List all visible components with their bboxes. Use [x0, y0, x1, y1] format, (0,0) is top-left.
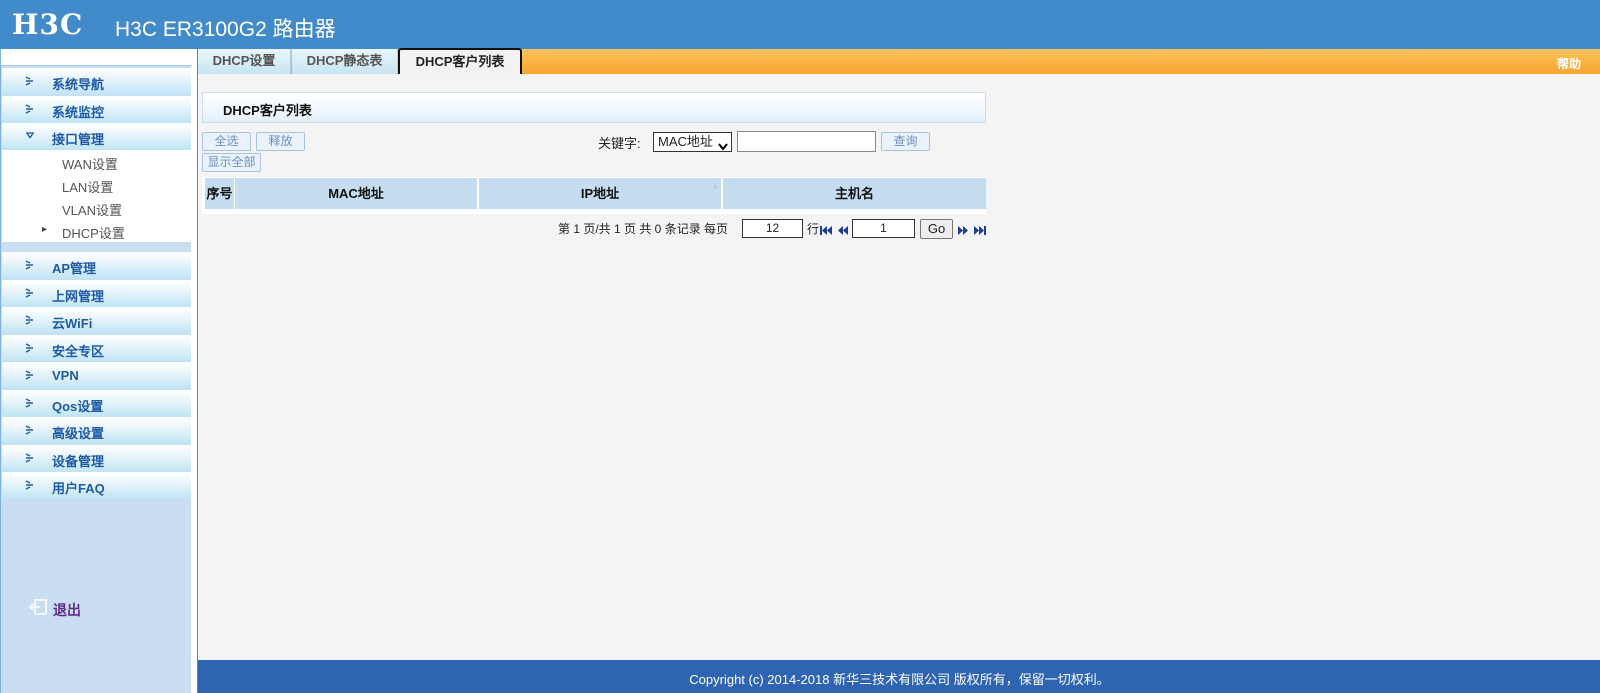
- copyright-text: Copyright (c) 2014-2018 新华三技术有限公司 版权所有，保…: [689, 672, 1110, 687]
- column-header-ip[interactable]: IP地址 ↓: [479, 178, 721, 209]
- dhcp-client-table: 序号 MAC地址 IP地址 ↓ 主机名: [202, 177, 986, 214]
- sidebar-item-label: AP管理: [52, 261, 97, 276]
- main-content: DHCP设置 DHCP静态表 DHCP客户列表 帮助 DHCP客户列表 全选 释…: [197, 48, 1600, 693]
- select-all-button[interactable]: 全选: [202, 132, 251, 151]
- release-button[interactable]: 释放: [256, 132, 305, 151]
- sidebar-subitem-label: VLAN设置: [62, 203, 122, 218]
- expand-arrow-icon: [24, 424, 36, 436]
- sidebar-item-label: VPN: [52, 368, 79, 383]
- panel-title-bar: DHCP客户列表: [202, 92, 986, 123]
- sidebar-subitem-label: LAN设置: [62, 180, 114, 195]
- keyword-select-value: MAC地址: [658, 134, 713, 149]
- goto-page-input[interactable]: 1: [852, 219, 915, 238]
- sidebar-item-label: 接口管理: [52, 132, 105, 147]
- tab-dhcp-settings[interactable]: DHCP设置: [198, 49, 291, 74]
- expand-arrow-icon: [24, 369, 36, 381]
- expand-arrow-icon: [24, 287, 36, 299]
- sidebar-item-system-monitor[interactable]: 系统监控: [2, 96, 191, 123]
- show-all-button[interactable]: 显示全部: [202, 153, 261, 172]
- sidebar-item-label: 安全专区: [52, 344, 105, 359]
- sidebar-subitem-vlan[interactable]: VLAN设置: [2, 196, 191, 219]
- sidebar-top-strip: [1, 49, 192, 66]
- sidebar-item-cloud-wifi[interactable]: 云WiFi: [2, 307, 191, 334]
- collapse-arrow-icon: [24, 130, 36, 142]
- sidebar-item-ap-management[interactable]: AP管理: [2, 252, 191, 279]
- sidebar-item-label: 高级设置: [52, 426, 105, 441]
- top-header: H3C H3C ER3100G2 路由器: [0, 0, 1600, 49]
- expand-arrow-icon: [24, 452, 36, 464]
- keyword-input[interactable]: [737, 131, 876, 152]
- rows-per-page-input[interactable]: 12: [742, 219, 803, 238]
- sidebar-item-label: 用户FAQ: [52, 481, 105, 496]
- h3c-logo: H3C: [12, 8, 84, 41]
- sidebar-item-label: 上网管理: [52, 289, 105, 304]
- sidebar: 系统导航 系统监控 接口管理 WAN设置 LAN设置 VLAN设置 ▸ DHCP…: [0, 49, 192, 693]
- column-header-ip-label: IP地址: [580, 186, 620, 201]
- expand-arrow-icon: [24, 259, 36, 271]
- sidebar-item-label: 系统导航: [52, 77, 105, 92]
- chevron-down-icon: [718, 138, 728, 156]
- sidebar-subitem-label: WAN设置: [62, 157, 118, 172]
- query-button[interactable]: 查询: [881, 132, 930, 151]
- sidebar-subitem-wan[interactable]: WAN设置: [2, 150, 191, 173]
- sidebar-item-device-management[interactable]: 设备管理: [2, 445, 191, 472]
- sidebar-item-label: 设备管理: [52, 454, 105, 469]
- column-header-mac[interactable]: MAC地址: [235, 178, 477, 209]
- expand-arrow-icon: [24, 479, 36, 491]
- previous-page-icon[interactable]: [838, 223, 848, 238]
- expand-arrow-icon: [24, 397, 36, 409]
- sidebar-item-internet-management[interactable]: 上网管理: [2, 280, 191, 307]
- tab-dhcp-static-table[interactable]: DHCP静态表: [292, 49, 398, 74]
- sidebar-item-advanced[interactable]: 高级设置: [2, 417, 191, 444]
- go-button[interactable]: Go: [920, 219, 953, 239]
- keyword-label: 关键字:: [598, 136, 641, 151]
- panel-title: DHCP客户列表: [223, 103, 312, 118]
- expand-arrow-icon: [24, 75, 36, 87]
- expand-arrow-icon: [24, 314, 36, 326]
- keyword-select[interactable]: MAC地址: [653, 132, 732, 152]
- selected-arrow-icon: ▸: [42, 224, 48, 235]
- sidebar-item-label: 云WiFi: [52, 316, 93, 331]
- first-page-icon[interactable]: [820, 223, 832, 238]
- sidebar-item-faq[interactable]: 用户FAQ: [2, 472, 191, 499]
- footer: Copyright (c) 2014-2018 新华三技术有限公司 版权所有，保…: [198, 660, 1600, 693]
- device-title: H3C ER3100G2 路由器: [115, 18, 336, 41]
- pager-summary: 第 1 页/共 1 页 共 0 条记录 每页: [558, 222, 729, 236]
- column-header-hostname[interactable]: 主机名: [723, 178, 986, 209]
- sidebar-item-label: 系统监控: [52, 105, 105, 120]
- column-header-index[interactable]: 序号: [205, 178, 234, 209]
- logout-label: 退出: [53, 602, 81, 618]
- sidebar-subitem-dhcp[interactable]: ▸ DHCP设置: [2, 219, 191, 242]
- sidebar-item-security[interactable]: 安全专区: [2, 335, 191, 362]
- sidebar-item-interface-management[interactable]: 接口管理: [2, 123, 191, 150]
- next-page-icon[interactable]: [958, 223, 968, 238]
- last-page-icon[interactable]: [974, 223, 986, 238]
- tab-dhcp-client-list[interactable]: DHCP客户列表: [398, 48, 522, 74]
- expand-arrow-icon: [24, 342, 36, 354]
- tab-bar: DHCP设置 DHCP静态表 DHCP客户列表 帮助: [198, 48, 1600, 74]
- sidebar-item-label: Qos设置: [52, 399, 104, 414]
- help-link[interactable]: 帮助: [1557, 55, 1581, 72]
- sidebar-item-vpn[interactable]: VPN: [2, 362, 191, 389]
- sidebar-item-system-navigation[interactable]: 系统导航: [2, 68, 191, 95]
- sidebar-item-qos[interactable]: Qos设置: [2, 390, 191, 417]
- sidebar-subitem-lan[interactable]: LAN设置: [2, 173, 191, 196]
- sort-icon: ↓: [713, 181, 717, 190]
- logout-icon: [28, 598, 49, 619]
- rows-unit-label: 行: [807, 222, 820, 236]
- sidebar-subitem-label: DHCP设置: [62, 226, 125, 241]
- expand-arrow-icon: [24, 103, 36, 115]
